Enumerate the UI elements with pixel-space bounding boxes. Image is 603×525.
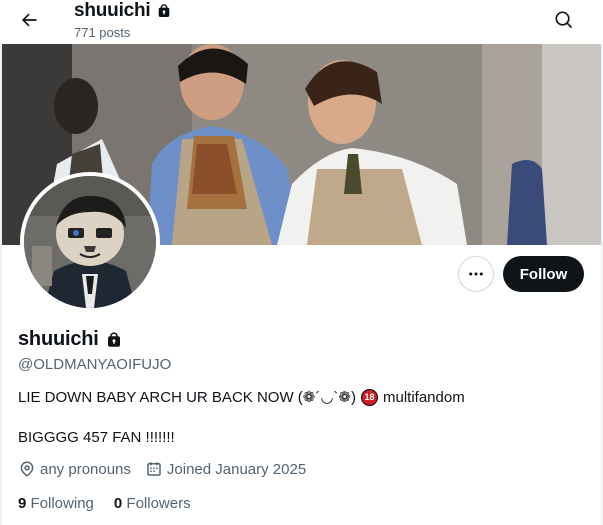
age-18-badge-icon: 18: [360, 388, 378, 406]
following-link[interactable]: 9 Following: [18, 495, 94, 512]
post-count: 771 posts: [74, 25, 131, 40]
profile-avatar[interactable]: [20, 172, 160, 312]
location-pin-icon: [20, 461, 34, 477]
header-title-block: shuuichi 771 posts: [74, 0, 172, 40]
pronouns-item: any pronouns: [18, 460, 131, 478]
avatar-image: [24, 176, 156, 308]
more-dots-icon: [469, 272, 483, 276]
profile-handle: @OLDMANYAOIFUJO: [18, 356, 172, 373]
header-title: shuuichi: [74, 0, 151, 21]
search-icon: [555, 11, 573, 29]
top-bar: shuuichi 771 posts: [0, 0, 603, 44]
more-options-button[interactable]: [458, 256, 494, 292]
joined-text: Joined January 2025: [166, 460, 307, 478]
bio-line-1: LIE DOWN BABY ARCH UR BACK NOW (❁´◡`❁) 1…: [18, 388, 465, 406]
profile-meta: any pronouns Joined January 2025: [18, 460, 306, 478]
followers-count: 0: [113, 495, 123, 512]
joined-item: Joined January 2025: [145, 460, 306, 478]
bio-suffix: multifandom: [382, 388, 465, 406]
profile-name-row: shuuichi: [18, 328, 123, 351]
followers-link[interactable]: 0 Followers: [114, 495, 191, 512]
lock-icon: [158, 4, 169, 18]
follow-stats: 9 Following 0 Followers: [18, 495, 191, 512]
followers-label: Followers: [126, 495, 191, 512]
following-count: 9: [18, 495, 27, 512]
search-button[interactable]: [549, 5, 579, 35]
profile-name: shuuichi: [18, 328, 99, 350]
calendar-icon: [147, 462, 161, 476]
pronouns-text: any pronouns: [40, 460, 131, 478]
back-button[interactable]: [12, 3, 46, 37]
lock-icon: [107, 331, 120, 347]
bio-text: LIE DOWN BABY ARCH UR BACK NOW (❁´◡`❁): [18, 389, 356, 406]
follow-button[interactable]: Follow: [503, 256, 584, 292]
arrow-left-icon: [21, 13, 37, 27]
following-label: Following: [30, 495, 94, 512]
bio-line-2: BIGGGG 457 FAN !!!!!!!: [18, 429, 175, 446]
